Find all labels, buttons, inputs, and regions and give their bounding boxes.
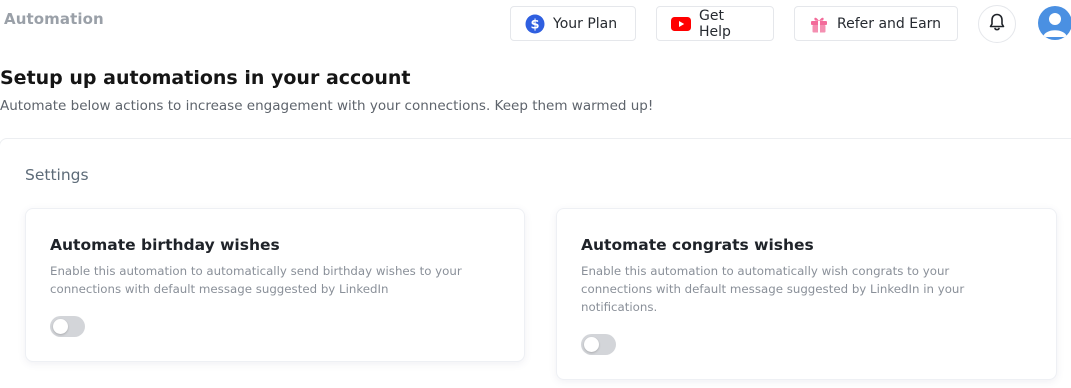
notifications-button[interactable] — [978, 5, 1016, 43]
gift-icon — [809, 14, 829, 34]
congrats-wishes-toggle[interactable] — [581, 334, 616, 355]
toggle-knob — [584, 337, 599, 352]
toggle-knob — [53, 319, 68, 334]
birthday-wishes-card: Automate birthday wishes Enable this aut… — [25, 208, 525, 362]
youtube-play-icon — [671, 14, 691, 34]
dollar-circle-icon: $ — [525, 14, 545, 34]
card-title: Automate birthday wishes — [50, 236, 280, 254]
your-plan-button[interactable]: $ Your Plan — [510, 6, 636, 41]
your-plan-label: Your Plan — [553, 15, 618, 32]
automation-page: Automation $ Your Plan Get Help Refer an… — [0, 0, 1071, 388]
birthday-wishes-toggle[interactable] — [50, 316, 85, 337]
refer-and-earn-label: Refer and Earn — [837, 15, 942, 32]
card-description: Enable this automation to automatically … — [581, 264, 965, 314]
card-description: Enable this automation to automatically … — [50, 264, 462, 296]
user-avatar-icon — [1038, 13, 1071, 40]
card-title: Automate congrats wishes — [581, 236, 814, 254]
congrats-wishes-card: Automate congrats wishes Enable this aut… — [556, 208, 1057, 380]
get-help-label: Get Help — [699, 7, 731, 40]
profile-avatar[interactable] — [1038, 6, 1071, 40]
breadcrumb: Automation — [4, 10, 104, 28]
refer-and-earn-button[interactable]: Refer and Earn — [794, 6, 958, 41]
svg-text:$: $ — [530, 17, 539, 32]
get-help-button[interactable]: Get Help — [656, 6, 774, 41]
page-subtitle: Automate below actions to increase engag… — [0, 98, 654, 114]
page-title: Setup up automations in your account — [0, 67, 411, 89]
settings-heading: Settings — [25, 166, 89, 184]
bell-icon — [987, 12, 1007, 36]
